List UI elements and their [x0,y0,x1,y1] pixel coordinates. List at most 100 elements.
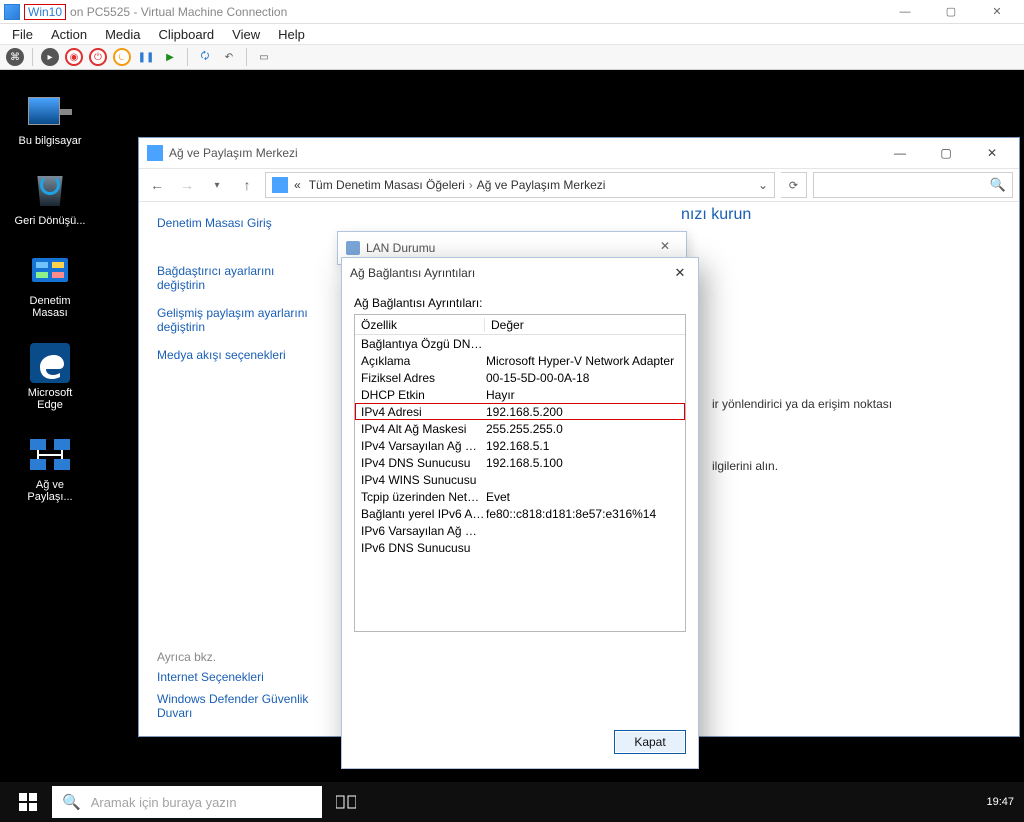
desktop-icon-network-sharing[interactable]: Ağ ve Paylaşı... [10,435,90,503]
table-row[interactable]: IPv4 Alt Ağ Maskesi255.255.255.0 [355,420,685,437]
taskbar-clock[interactable]: 19:47 [980,796,1020,809]
column-value[interactable]: Değer [485,318,685,332]
property-cell: Bağlantı yerel IPv6 Adresi [361,507,486,521]
up-button[interactable]: ↑ [235,173,259,197]
close-button[interactable]: ✕ [974,0,1020,24]
menu-help[interactable]: Help [278,27,305,42]
dialog-title: Ağ Bağlantısı Ayrıntıları [350,266,475,280]
menu-view[interactable]: View [232,27,260,42]
taskbar: 🔍 Aramak için buraya yazın 19:47 [0,782,1024,822]
column-property[interactable]: Özellik [355,318,485,332]
lan-status-title: LAN Durumu [366,241,435,255]
hv-menubar: File Action Media Clipboard View Help [0,24,1024,44]
toolbar-separator [246,48,247,66]
desktop-icon-label: Masası [10,307,90,319]
desktop-icon-control-panel[interactable]: Denetim Masası [10,251,90,319]
desktop-icon-label: Paylaşı... [10,491,90,503]
desktop-icon-edge[interactable]: Microsoft Edge [10,343,90,411]
close-button[interactable]: Kapat [614,730,686,754]
recent-button[interactable]: ▾ [205,173,229,197]
desktop-icon-label: Denetim [10,295,90,307]
nav-media-streaming[interactable]: Medya akışı seçenekleri [157,348,321,362]
table-row[interactable]: DHCP EtkinHayır [355,386,685,403]
chevron-down-icon[interactable]: ⌄ [758,178,768,192]
close-button[interactable]: ✕ [670,263,690,283]
dialog-titlebar[interactable]: Ağ Bağlantısı Ayrıntıları ✕ [342,258,698,288]
table-row[interactable]: IPv4 WINS Sunucusu [355,471,685,488]
vm-name: Win10 [24,4,66,20]
table-row[interactable]: AçıklamaMicrosoft Hyper-V Network Adapte… [355,352,685,369]
save-button[interactable]: ⏾ [113,48,131,66]
computer-icon [28,91,72,131]
dialog-body: Ağ Bağlantısı Ayrıntıları: Özellik Değer… [342,288,698,716]
network-sharing-icon [28,435,72,475]
breadcrumb-item[interactable]: Tüm Denetim Masası Öğeleri [309,178,465,192]
property-cell: IPv4 Adresi [361,405,486,419]
property-cell: IPv4 DNS Sunucusu [361,456,486,470]
value-cell: Evet [486,490,679,504]
maximize-button[interactable]: ▢ [923,138,969,168]
table-row[interactable]: Bağlantıya Özgü DNS S... [355,335,685,352]
refresh-button[interactable]: ⟳ [781,172,807,198]
maximize-button[interactable]: ▢ [928,0,974,24]
nav-advanced-sharing[interactable]: değiştirin [157,320,321,334]
close-icon[interactable]: ✕ [660,239,678,257]
close-button[interactable]: ✕ [969,138,1015,168]
table-row[interactable]: IPv6 Varsayılan Ağ Geçidi [355,522,685,539]
back-button[interactable]: ← [145,173,169,197]
enhanced-session-button[interactable]: ▭ [255,48,273,66]
menu-media[interactable]: Media [105,27,140,42]
checkpoint-button[interactable]: 🗘 [196,48,214,66]
minimize-button[interactable]: — [882,0,928,24]
grid-header: Özellik Değer [355,315,685,335]
property-cell: Bağlantıya Özgü DNS S... [361,337,486,351]
start-button[interactable] [4,782,52,822]
table-row[interactable]: Fiziksel Adres00-15-5D-00-0A-18 [355,369,685,386]
search-input[interactable]: 🔍 [813,172,1013,198]
menu-action[interactable]: Action [51,27,87,42]
address-bar[interactable]: « Tüm Denetim Masası Öğeleri › Ağ ve Pay… [265,172,775,198]
network-details-dialog: Ağ Bağlantısı Ayrıntıları ✕ Ağ Bağlantıs… [341,257,699,769]
breadcrumb-item[interactable]: Ağ ve Paylaşım Merkezi [477,178,606,192]
task-view-button[interactable] [322,782,370,822]
forward-button[interactable]: → [175,173,199,197]
pause-button[interactable]: ❚❚ [137,48,155,66]
details-label: Ağ Bağlantısı Ayrıntıları: [354,296,686,310]
taskbar-search[interactable]: 🔍 Aramak için buraya yazın [52,786,322,818]
breadcrumb-icon [272,177,288,193]
turnoff-button[interactable]: ◉ [65,48,83,66]
menu-file[interactable]: File [12,27,33,42]
breadcrumb-prefix: « [294,178,301,192]
hint-text: ir yönlendirici ya da erişim noktası [712,397,1003,411]
nav-cp-home[interactable]: Denetim Masası Giriş [157,216,321,230]
search-placeholder: Aramak için buraya yazın [91,795,237,810]
desktop-icon-label: Microsoft [10,387,90,399]
window-titlebar[interactable]: Ağ ve Paylaşım Merkezi — ▢ ✕ [139,138,1019,168]
ctrlaltdel-button[interactable]: ⌘ [6,48,24,66]
menu-clipboard[interactable]: Clipboard [159,27,215,42]
start-button[interactable]: ▸ [41,48,59,66]
table-row[interactable]: Bağlantı yerel IPv6 Adresife80::c818:d18… [355,505,685,522]
hint-text: ilgilerini alın. [712,459,1003,473]
value-cell: 255.255.255.0 [486,422,679,436]
table-row[interactable]: IPv4 DNS Sunucusu192.168.5.100 [355,454,685,471]
toolbar-separator [32,48,33,66]
reset-button[interactable]: ▶ [161,48,179,66]
shutdown-button[interactable]: ⏻ [89,48,107,66]
desktop-icon-computer[interactable]: Bu bilgisayar [10,91,90,147]
task-view-icon [336,794,356,810]
window-title: Ağ ve Paylaşım Merkezi [169,146,298,160]
table-row[interactable]: IPv6 DNS Sunucusu [355,539,685,556]
revert-button[interactable]: ↶ [220,48,238,66]
nav-advanced-sharing[interactable]: Gelişmiş paylaşım ayarlarını [157,306,321,320]
property-cell: IPv4 Varsayılan Ağ Geçidi [361,439,486,453]
property-cell: Fiziksel Adres [361,371,486,385]
vm-icon [4,4,20,20]
table-row[interactable]: Tcpip üzerinden NetBIO...Evet [355,488,685,505]
table-row[interactable]: IPv4 Varsayılan Ağ Geçidi192.168.5.1 [355,437,685,454]
nav-adapter-settings[interactable]: Bağdaştırıcı ayarlarını değiştirin [157,264,321,292]
desktop-icon-label: Bu bilgisayar [19,135,82,147]
desktop-icon-recycle[interactable]: Geri Dönüşü... [10,171,90,227]
minimize-button[interactable]: — [877,138,923,168]
table-row[interactable]: IPv4 Adresi192.168.5.200 [355,403,685,420]
